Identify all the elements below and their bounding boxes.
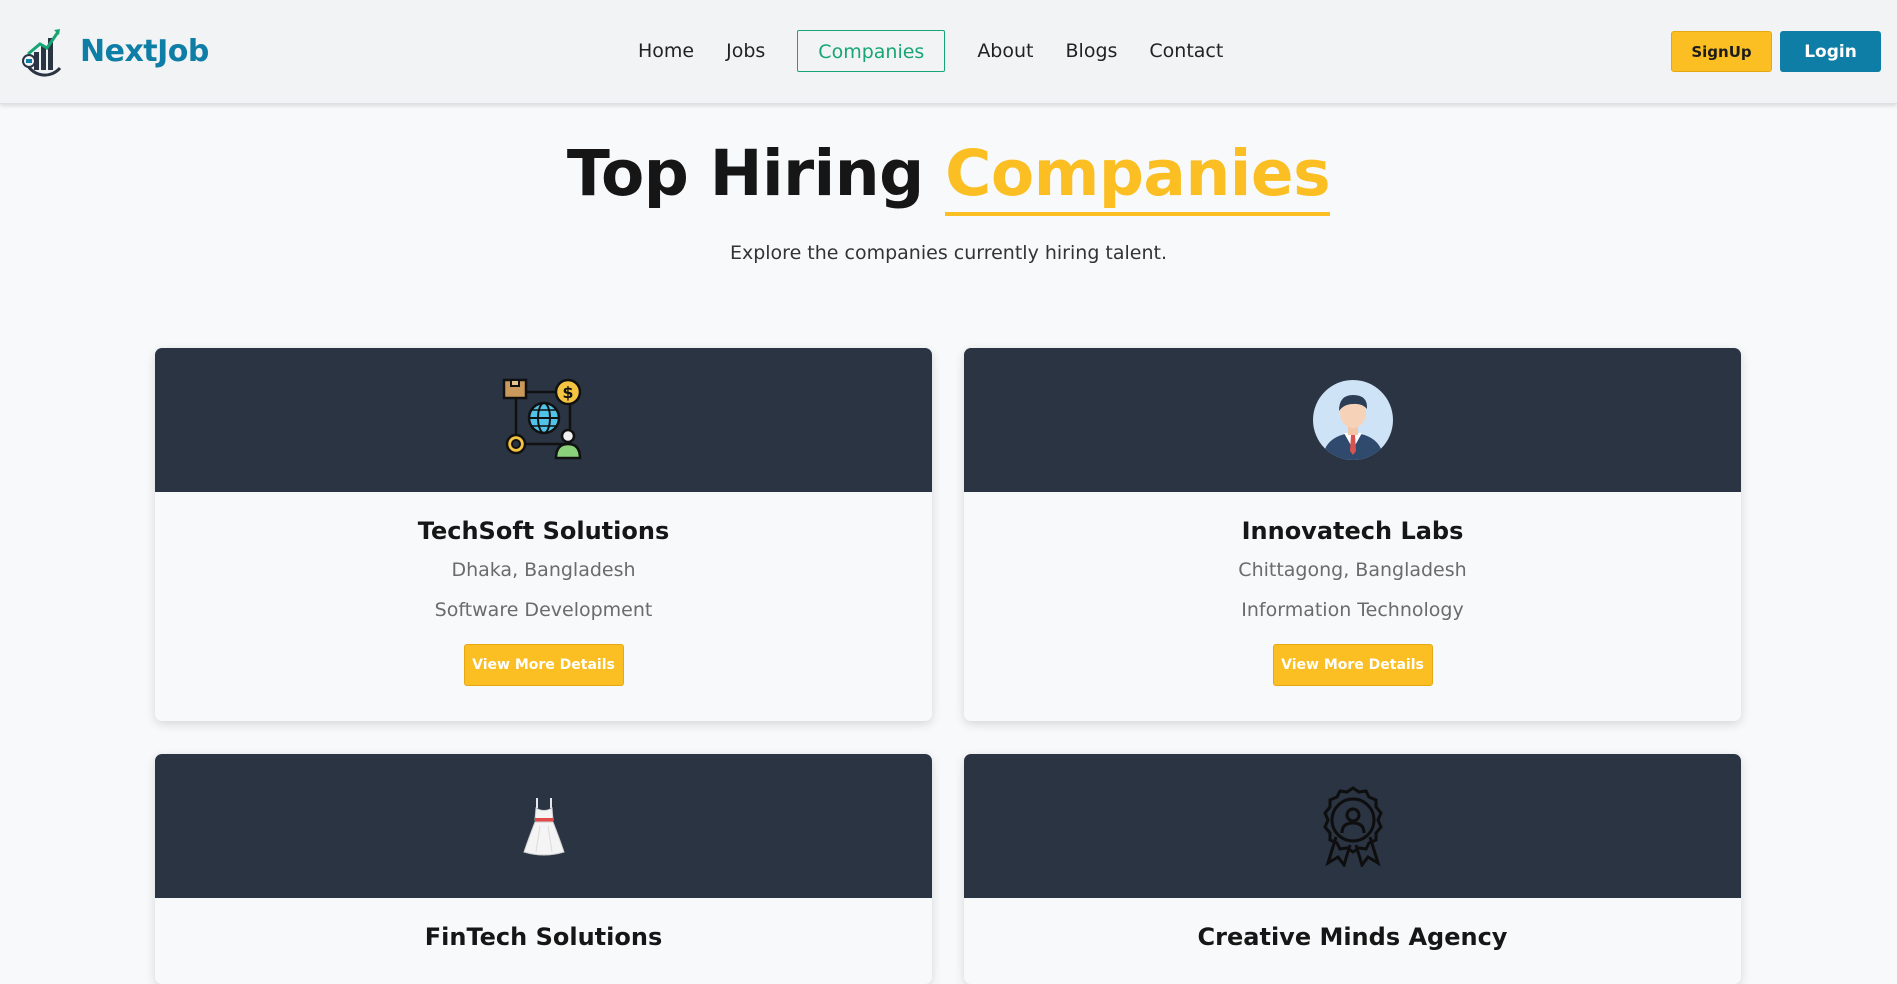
company-name: TechSoft Solutions: [417, 517, 670, 545]
login-button[interactable]: Login: [1780, 31, 1881, 72]
businessman-avatar-icon: [1312, 380, 1393, 460]
company-card-body: Innovatech Labs Chittagong, Bangladesh I…: [964, 492, 1741, 686]
company-card-techsoft: $ TechSoft Solutions Dhaka, Bangladesh S…: [155, 348, 932, 721]
signup-button[interactable]: SignUp: [1671, 31, 1772, 72]
page-title: Top Hiring Companies: [0, 136, 1897, 216]
main-nav: Home Jobs Companies About Blogs Contact: [622, 30, 1239, 72]
growth-chart-logo-icon: [22, 29, 62, 77]
company-name: Innovatech Labs: [1241, 517, 1464, 545]
dress-icon: [522, 798, 565, 856]
company-name: FinTech Solutions: [424, 923, 663, 951]
company-card-body: Creative Minds Agency: [964, 898, 1741, 952]
nav-about[interactable]: About: [961, 30, 1049, 72]
view-details-button[interactable]: View More Details: [463, 644, 624, 686]
company-card-header: [964, 348, 1741, 492]
svg-text:$: $: [562, 383, 573, 402]
company-industry: Software Development: [434, 599, 653, 621]
company-location: Dhaka, Bangladesh: [451, 559, 636, 581]
company-name: Creative Minds Agency: [1197, 923, 1508, 951]
view-details-button[interactable]: View More Details: [1272, 644, 1433, 686]
global-network-icon: $: [502, 378, 581, 460]
brand[interactable]: NextJob: [20, 24, 209, 78]
company-card-header: $: [155, 348, 932, 492]
company-card-header: [964, 754, 1741, 898]
page-title-accent: Companies: [945, 137, 1331, 216]
navbar: NextJob Home Jobs Companies About Blogs …: [0, 0, 1897, 104]
company-location: Chittagong, Bangladesh: [1238, 559, 1467, 581]
company-industry: Information Technology: [1241, 599, 1464, 621]
nav-jobs[interactable]: Jobs: [710, 30, 781, 72]
nav-companies[interactable]: Companies: [797, 30, 946, 72]
page-subtitle: Explore the companies currently hiring t…: [729, 242, 1168, 264]
company-card-header: [155, 754, 932, 898]
brand-name: NextJob: [80, 33, 209, 69]
nav-contact[interactable]: Contact: [1133, 30, 1239, 72]
company-card-body: FinTech Solutions: [155, 898, 932, 952]
company-card-body: TechSoft Solutions Dhaka, Bangladesh Sof…: [155, 492, 932, 686]
award-badge-icon: [1322, 786, 1383, 867]
nav-home[interactable]: Home: [622, 30, 710, 72]
page-title-main: Top Hiring: [566, 137, 946, 210]
nav-blogs[interactable]: Blogs: [1050, 30, 1134, 72]
company-card-innovatech: Innovatech Labs Chittagong, Bangladesh I…: [964, 348, 1741, 721]
